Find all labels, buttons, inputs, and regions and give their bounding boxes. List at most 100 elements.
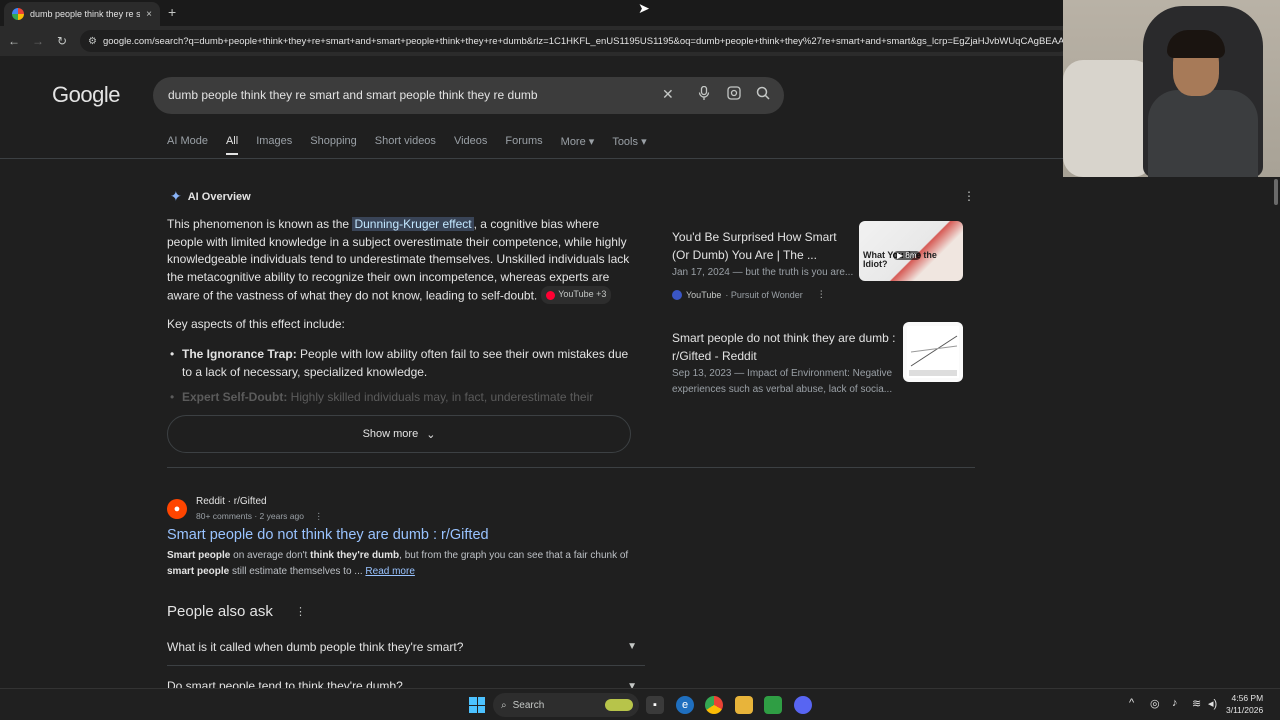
- tab-all[interactable]: All: [225, 135, 239, 155]
- source-chip-label: YouTube +3: [558, 289, 607, 300]
- tab-videos[interactable]: Videos: [454, 135, 487, 155]
- edge-browser-icon[interactable]: e: [676, 696, 694, 714]
- paa-question-text: What is it called when dumb people think…: [167, 639, 464, 654]
- tray-chevron-up-icon[interactable]: ^: [1129, 697, 1134, 709]
- source-chip[interactable]: YouTube +3: [541, 286, 612, 304]
- url-text: google.com/search?q=dumb+people+think+th…: [102, 35, 1070, 47]
- youtube-icon: [546, 290, 556, 300]
- lens-camera-icon[interactable]: [727, 86, 741, 103]
- tab-short-videos[interactable]: Short videos: [375, 135, 436, 155]
- key-aspects-heading: Key aspects of this effect include:: [167, 317, 345, 331]
- webcam-person-body: [1148, 90, 1258, 177]
- chevron-down-icon: ▾: [641, 136, 647, 148]
- clock-date: 3/11/2026: [1226, 705, 1264, 715]
- google-logo[interactable]: Google: [52, 82, 120, 108]
- forward-arrow-icon[interactable]: →: [26, 34, 50, 48]
- people-also-ask-title: People also ask: [167, 603, 273, 620]
- url-omnibox[interactable]: ⚙ google.com/search?q=dumb+people+think+…: [80, 30, 1070, 52]
- reload-icon[interactable]: ↻: [50, 34, 74, 48]
- card-source-name: YouTube: [686, 289, 722, 300]
- windows-start-icon[interactable]: [469, 697, 485, 713]
- clock-time: 4:56 PM: [1231, 693, 1264, 703]
- snippet-text: still estimate themselves to ...: [229, 566, 366, 577]
- file-explorer-icon[interactable]: [735, 696, 753, 714]
- snippet-bold: smart people: [167, 566, 230, 577]
- tab-tools[interactable]: Tools ▾: [612, 135, 646, 155]
- card-title[interactable]: Smart people do not think they are dumb …: [672, 329, 897, 365]
- show-more-button[interactable]: Show more ⌄: [167, 415, 631, 453]
- tab-more[interactable]: More ▾: [561, 135, 595, 155]
- clear-search-icon[interactable]: ✕: [662, 86, 674, 103]
- more-options-icon[interactable]: ⋮: [314, 511, 323, 521]
- tabs-divider: [0, 158, 1063, 159]
- result-title-link[interactable]: Smart people do not think they are dumb …: [167, 527, 489, 543]
- tray-app-icon[interactable]: ◎: [1150, 697, 1160, 710]
- volume-icon[interactable]: ◂): [1208, 697, 1217, 710]
- ai-overview-paragraph: This phenomenon is known as the Dunning-…: [167, 216, 631, 305]
- mouse-cursor-icon: ➤: [638, 0, 650, 16]
- tab-images[interactable]: Images: [256, 135, 292, 155]
- graph-thumbnail[interactable]: [903, 322, 963, 382]
- tab-title: dumb people think they re smart and smar…: [30, 9, 141, 19]
- result-meta-text: 80+ comments · 2 years ago: [196, 511, 304, 521]
- card-snippet: Jan 17, 2024 — but the truth is you are.…: [672, 267, 854, 278]
- chevron-down-icon: ▼: [627, 641, 637, 652]
- sparkle-icon: ✦: [170, 188, 182, 204]
- result-site[interactable]: Reddit · r/Gifted: [196, 496, 267, 507]
- channel-avatar-icon: [672, 289, 682, 300]
- card-source: YouTube · Pursuit of Wonder ⋮: [672, 289, 826, 300]
- tab-ai-mode[interactable]: AI Mode: [167, 135, 208, 155]
- search-query-input[interactable]: dumb people think they re smart and smar…: [168, 88, 538, 102]
- list-item: Expert Self-Doubt: Highly skilled indivi…: [170, 389, 632, 407]
- snippet-text: , but from the graph you can see that a …: [399, 550, 629, 561]
- microphone-icon[interactable]: ♪: [1172, 697, 1178, 709]
- chevron-down-icon: ⌄: [426, 428, 436, 441]
- taskbar-search-label: Search: [512, 699, 545, 711]
- site-info-icon[interactable]: ⚙: [88, 36, 97, 47]
- key-aspects-list: The Ignorance Trap: People with low abil…: [170, 346, 632, 407]
- search-icon[interactable]: [756, 86, 770, 103]
- card-title[interactable]: You'd Be Surprised How Smart (Or Dumb) Y…: [672, 228, 852, 264]
- bullet-bold: The Ignorance Trap:: [182, 347, 297, 361]
- task-view-icon[interactable]: ▪: [646, 696, 664, 714]
- tab-more-label: More: [560, 136, 586, 148]
- new-tab-button[interactable]: +: [168, 4, 176, 20]
- video-duration: ▶ 8m: [893, 251, 921, 260]
- taskbar-search[interactable]: ⌕ Search: [493, 693, 639, 717]
- more-options-icon[interactable]: ⋮: [963, 189, 975, 203]
- wifi-icon[interactable]: ≋: [1192, 697, 1201, 710]
- search-tabs: AI Mode All Images Shopping Short videos…: [167, 135, 647, 155]
- page-scrollbar[interactable]: [1272, 177, 1280, 688]
- chevron-down-icon: ▾: [588, 136, 595, 148]
- snippet-text: on average don't: [230, 550, 311, 561]
- taskbar: ⌕ Search ▪ e ^ ◎ ♪ ≋ ◂) 4:56 PM 3/11/202…: [0, 688, 1280, 720]
- discord-icon[interactable]: [794, 696, 812, 714]
- chrome-browser-icon[interactable]: [705, 696, 723, 714]
- close-tab-icon[interactable]: ×: [146, 9, 152, 20]
- ai-overview-title: AI Overview: [187, 190, 251, 203]
- webcam-blanket: [1063, 60, 1153, 177]
- card-channel: · Pursuit of Wonder: [725, 289, 803, 300]
- tab-forums[interactable]: Forums: [505, 135, 542, 155]
- ai-overview-header: ✦ AI Overview: [170, 188, 251, 205]
- search-box[interactable]: dumb people think they re smart and smar…: [153, 77, 784, 114]
- video-thumbnail[interactable]: What You Are the Idiot? ▶ 8m: [859, 221, 963, 281]
- scrollbar-thumb[interactable]: [1274, 179, 1278, 205]
- read-more-link[interactable]: Read more: [365, 566, 414, 577]
- back-arrow-icon[interactable]: ←: [2, 34, 26, 48]
- bullet-bold: Expert Self-Doubt:: [182, 390, 288, 405]
- app-icon[interactable]: [764, 696, 782, 714]
- google-favicon-icon: [12, 8, 24, 20]
- more-options-icon[interactable]: ⋮: [817, 289, 826, 300]
- system-clock[interactable]: 4:56 PM 3/11/2026: [1226, 692, 1263, 716]
- browser-tab[interactable]: dumb people think they re smart and smar…: [4, 2, 160, 26]
- paa-question[interactable]: What is it called when dumb people think…: [167, 628, 645, 666]
- graph-thumbnail-icon: [907, 326, 959, 378]
- microphone-icon[interactable]: [698, 85, 710, 103]
- ai-text-1: This phenomenon is known as the: [167, 217, 353, 231]
- tab-shopping[interactable]: Shopping: [310, 135, 357, 155]
- result-meta: 80+ comments · 2 years ago ⋮: [196, 511, 323, 522]
- more-options-icon[interactable]: ⋮: [295, 605, 306, 618]
- reddit-logo-icon[interactable]: ●: [167, 499, 187, 519]
- show-more-label: Show more: [362, 428, 419, 440]
